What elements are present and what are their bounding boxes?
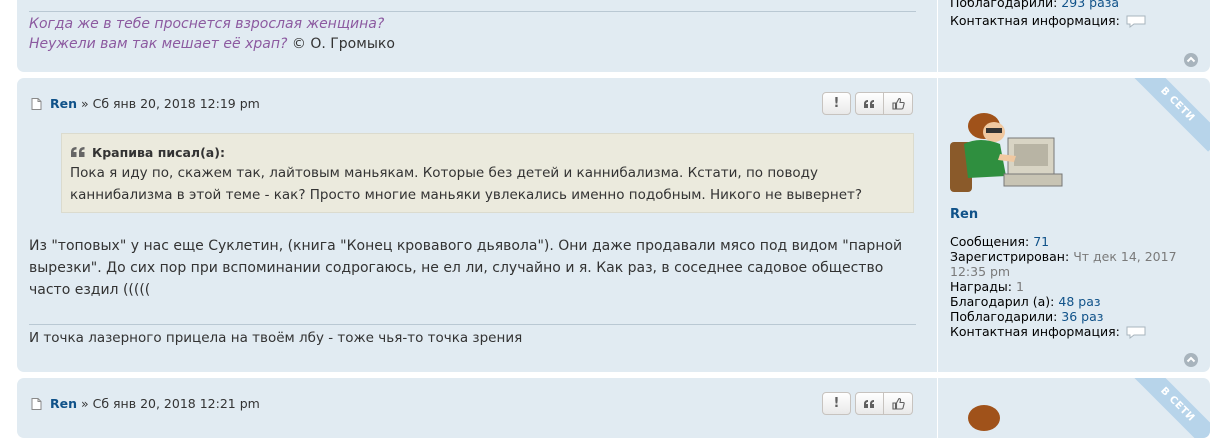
quote-cite: Крапива писал(а): — [70, 144, 913, 162]
profile-registered-value: Чт дек 14, 2017 — [1073, 249, 1177, 264]
post-header-separator: » — [80, 96, 89, 111]
post-document-icon[interactable] — [31, 396, 42, 416]
author-profile: Сообщения: 71 Зарегистрирован: Чт дек 14… — [950, 234, 1205, 339]
profile-username-link[interactable]: Ren — [950, 207, 978, 222]
signature-divider — [29, 324, 916, 325]
profile-was-thanked-label: Поблагодарили: — [950, 309, 1058, 324]
like-button[interactable] — [884, 392, 913, 415]
report-icon: ! — [833, 96, 840, 111]
post-header: Ren » Сб янв 20, 2018 12:21 pm — [31, 394, 260, 414]
thumbs-up-icon — [891, 397, 905, 410]
profile-thanked-link[interactable]: 293 раза — [1061, 0, 1119, 10]
avatar[interactable] — [950, 98, 1065, 202]
like-button[interactable] — [884, 92, 913, 115]
post-date: Сб янв 20, 2018 12:19 pm — [92, 96, 260, 111]
signature-line-1: Когда же в тебе проснется взрослая женщи… — [29, 16, 385, 32]
post-body-line-3: часто ездил ((((( — [29, 282, 151, 298]
profile-separator — [937, 0, 938, 72]
report-icon: ! — [833, 396, 840, 411]
post-body: Из "топовых" у нас еще Суклетин, (книга … — [29, 235, 919, 301]
profile-registered-label: Зарегистрирован: — [950, 249, 1070, 264]
post-header-separator: » — [80, 396, 89, 411]
post-author-link[interactable]: Ren — [50, 96, 77, 111]
quote-like-group — [855, 392, 913, 415]
quote-icon — [864, 399, 874, 408]
back-to-top-icon[interactable] — [1184, 53, 1198, 67]
profile-thanked-link[interactable]: 48 раз — [1058, 294, 1100, 309]
quote-mark-icon — [71, 147, 85, 157]
profile-was-thanked-link[interactable]: 36 раз — [1061, 309, 1103, 324]
profile-awards-value: 1 — [1015, 279, 1024, 294]
author-profile: Поблагодарили: 293 раза Контактная инфор… — [950, 0, 1205, 28]
post-buttons: ! — [818, 92, 913, 115]
post-previous: Когда же в тебе проснется взрослая женщи… — [17, 0, 1210, 72]
post-document-icon[interactable] — [31, 96, 42, 116]
quote-button[interactable] — [855, 392, 884, 415]
profile-separator — [937, 378, 938, 438]
signature-author: © О. Громыко — [291, 36, 395, 52]
thumbs-up-icon — [891, 97, 905, 110]
post-body-line-1: Из "топовых" у нас еще Суклетин, (книга … — [29, 238, 903, 254]
quote-like-group — [855, 92, 913, 115]
report-button[interactable]: ! — [822, 92, 851, 115]
back-to-top-icon[interactable] — [1184, 353, 1198, 367]
post-date: Сб янв 20, 2018 12:21 pm — [92, 396, 260, 411]
profile-posts-link[interactable]: 71 — [1033, 234, 1049, 249]
signature-divider — [29, 11, 916, 12]
quote-line-2: каннибализма в этой теме - как? Просто м… — [70, 187, 863, 203]
profile-thanked-label: Поблагодарили: — [950, 0, 1058, 10]
profile-contact-label: Контактная информация: — [950, 13, 1120, 28]
post-author-link[interactable]: Ren — [50, 396, 77, 411]
profile-posts-label: Сообщения: — [950, 234, 1030, 249]
profile-awards-label: Награды: — [950, 279, 1012, 294]
report-button[interactable]: ! — [822, 392, 851, 415]
quote-icon — [864, 99, 874, 108]
signature: И точка лазерного прицела на твоём лбу -… — [29, 330, 523, 346]
profile-contact-label: Контактная информация: — [950, 324, 1120, 339]
post-buttons: ! — [818, 392, 913, 415]
post-body-line-2: вырезки". До сих пор при вспоминании сод… — [29, 260, 884, 276]
profile-thanked-label: Благодарил (а): — [950, 294, 1055, 309]
quote-button[interactable] — [855, 92, 884, 115]
post-header: Ren » Сб янв 20, 2018 12:19 pm — [31, 94, 260, 114]
profile-separator — [937, 78, 938, 372]
signature-line-2: Неужели вам так мешает её храп? — [29, 36, 288, 52]
signature: Когда же в тебе проснется взрослая женщи… — [29, 14, 395, 54]
avatar[interactable] — [950, 404, 1065, 438]
profile-registered-time: 12:35 pm — [950, 264, 1011, 279]
quote-line-1: Пока я иду по, скажем так, лайтовым мань… — [70, 165, 818, 181]
contact-icon[interactable] — [1126, 326, 1146, 339]
quote-cite-text: Крапива писал(а): — [92, 145, 225, 160]
post-ren-2: Ren » Сб янв 20, 2018 12:21 pm ! В СЕТИ — [17, 378, 1210, 438]
online-badge: В СЕТИ — [1130, 378, 1210, 438]
online-badge: В СЕТИ — [1130, 78, 1210, 152]
quote-block: Крапива писал(а): Пока я иду по, скажем … — [61, 133, 914, 213]
post-ren-1: Ren » Сб янв 20, 2018 12:19 pm ! Крапива… — [17, 78, 1210, 372]
contact-icon[interactable] — [1126, 15, 1146, 28]
